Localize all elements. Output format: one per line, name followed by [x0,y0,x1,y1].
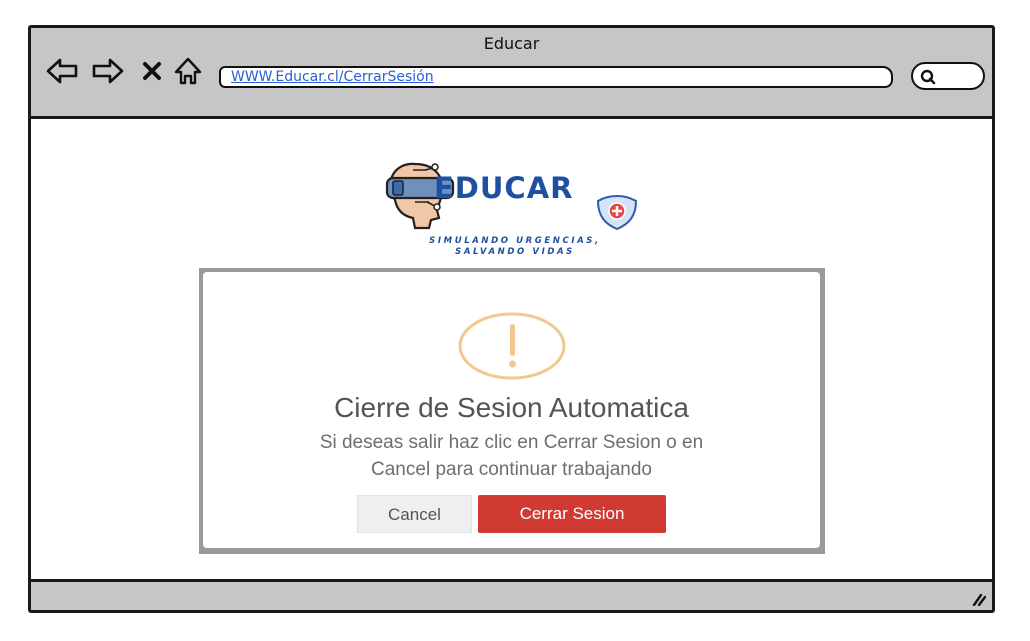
close-icon[interactable] [135,54,169,88]
browser-titlebar: Educar WWW.Educar.cl/CerrarSesión [31,28,992,119]
address-bar[interactable]: WWW.Educar.cl/CerrarSesión [219,66,893,88]
warning-icon [458,312,566,380]
dialog-title: Cierre de Sesion Automatica [334,392,689,423]
cancel-button[interactable]: Cancel [357,495,472,533]
arrow-right-icon[interactable] [91,54,125,88]
brand-name: EDUCAR [434,171,574,205]
window-title: Educar [483,34,540,53]
dialog-message-line-2: Cancel para continuar trabajando [371,459,652,480]
search-icon [920,69,936,85]
shield-cross-icon [596,194,638,231]
resize-grip-icon[interactable] [970,592,986,606]
arrow-left-icon[interactable] [45,54,79,88]
dialog-message: Si deseas salir haz clic en Cerrar Sesio… [223,429,800,483]
logout-dialog: Cierre de Sesion Automatica Si deseas sa… [203,272,820,548]
tagline-line-2: SALVANDO VIDAS [455,247,575,257]
address-bar-url[interactable]: WWW.Educar.cl/CerrarSesión [231,69,434,85]
dialog-message-line-1: Si deseas salir haz clic en Cerrar Sesio… [319,432,704,453]
status-bar [31,579,992,610]
logout-button[interactable]: Cerrar Sesion [478,495,666,533]
search-button[interactable] [911,62,985,90]
tagline-line-1: SIMULANDO URGENCIAS, [429,236,601,246]
home-icon[interactable] [171,54,205,88]
